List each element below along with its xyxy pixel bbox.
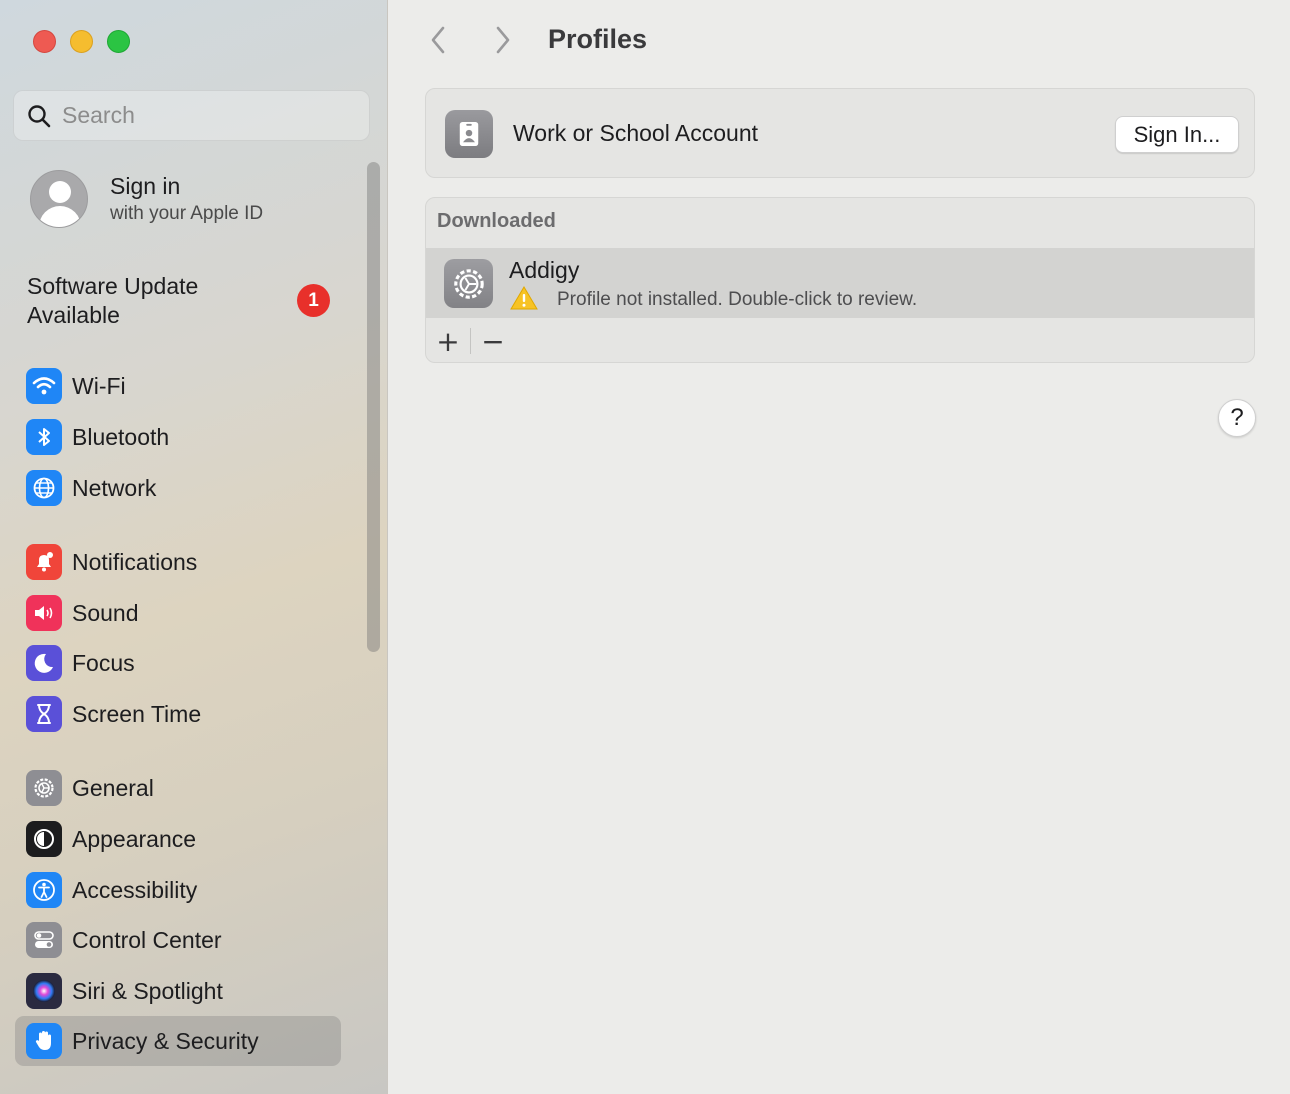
sign-in-button[interactable]: Sign In... — [1115, 116, 1239, 153]
profiles-toolbar: + − — [426, 319, 1254, 362]
gear-icon — [26, 770, 62, 806]
sidebar-item-general[interactable]: General — [15, 763, 341, 813]
gear-icon — [444, 259, 493, 308]
sidebar-item-privacy-security[interactable]: Privacy & Security — [15, 1016, 341, 1066]
sidebar-item-wifi[interactable]: Wi-Fi — [15, 361, 341, 411]
sidebar: Sign in with your Apple ID Software Upda… — [0, 0, 388, 1094]
toggles-icon — [26, 922, 62, 958]
sidebar-item-label: Privacy & Security — [72, 1027, 259, 1054]
sidebar-item-label: Screen Time — [72, 700, 202, 727]
moon-icon — [26, 645, 62, 681]
close-window-button[interactable] — [33, 30, 56, 53]
sidebar-item-screen-time[interactable]: Screen Time — [15, 689, 341, 739]
bluetooth-icon — [26, 419, 62, 455]
sidebar-item-label: Appearance — [72, 825, 197, 852]
sidebar-item-label: Sound — [72, 599, 139, 626]
sidebar-item-appearance[interactable]: Appearance — [15, 814, 341, 864]
back-button[interactable] — [420, 22, 456, 58]
forward-button[interactable] — [485, 22, 521, 58]
search-icon — [28, 104, 51, 127]
sidebar-item-label: Control Center — [72, 926, 222, 953]
wifi-icon — [26, 368, 62, 404]
main-content: Profiles Work or School Account Sign In.… — [389, 0, 1290, 1094]
sidebar-item-control-center[interactable]: Control Center — [15, 915, 341, 965]
sidebar-item-label: Siri & Spotlight — [72, 977, 223, 1004]
sidebar-item-label: Network — [72, 474, 157, 501]
sidebar-item-network[interactable]: Network — [15, 463, 341, 513]
warning-icon — [510, 286, 538, 310]
avatar-icon — [30, 170, 88, 228]
sidebar-item-siri-spotlight[interactable]: Siri & Spotlight — [15, 966, 341, 1016]
sidebar-item-notifications[interactable]: Notifications — [15, 537, 341, 587]
signin-subtitle: with your Apple ID — [110, 203, 264, 224]
sidebar-scrollbar[interactable] — [367, 162, 380, 652]
chevron-left-icon — [431, 26, 445, 54]
help-button[interactable]: ? — [1218, 399, 1256, 437]
window-controls — [33, 30, 130, 53]
sidebar-item-accessibility[interactable]: Accessibility — [15, 865, 341, 915]
downloaded-profiles-card: Downloaded Addigy Profile not installed.… — [425, 197, 1255, 363]
add-profile-button[interactable]: + — [426, 319, 470, 362]
profile-status: Profile not installed. Double-click to r… — [557, 289, 918, 310]
sidebar-item-bluetooth[interactable]: Bluetooth — [15, 412, 341, 462]
sidebar-item-label: Bluetooth — [72, 423, 170, 450]
sidebar-item-label: Notifications — [72, 548, 198, 575]
profile-row-addigy[interactable]: Addigy Profile not installed. Double-cli… — [426, 248, 1254, 318]
sidebar-item-label: General — [72, 774, 154, 801]
sidebar-item-label: Focus — [72, 649, 135, 676]
work-school-account-label: Work or School Account — [513, 120, 759, 146]
software-update-label: Software Update Available — [27, 273, 199, 328]
work-school-account-card: Work or School Account Sign In... — [425, 88, 1255, 178]
sidebar-item-label: Accessibility — [72, 876, 198, 903]
sidebar-item-focus[interactable]: Focus — [15, 638, 341, 688]
sidebar-item-label: Wi-Fi — [72, 372, 126, 399]
chevron-right-icon — [496, 26, 510, 54]
software-update-item[interactable]: Software Update Available 1 — [27, 272, 337, 330]
search-input[interactable] — [62, 102, 342, 129]
section-header-downloaded: Downloaded — [437, 210, 556, 232]
profile-name: Addigy — [509, 257, 580, 283]
search-field[interactable] — [13, 90, 370, 141]
accessibility-icon — [26, 872, 62, 908]
appearance-icon — [26, 821, 62, 857]
speaker-icon — [26, 595, 62, 631]
hand-icon — [26, 1023, 62, 1059]
badge-id-icon — [445, 110, 493, 158]
page-title: Profiles — [548, 24, 648, 54]
hourglass-icon — [26, 696, 62, 732]
globe-icon — [26, 470, 62, 506]
zoom-window-button[interactable] — [107, 30, 130, 53]
update-count-badge: 1 — [297, 284, 330, 317]
minimize-window-button[interactable] — [70, 30, 93, 53]
remove-profile-button[interactable]: − — [471, 319, 515, 362]
apple-id-signin[interactable]: Sign in with your Apple ID — [30, 170, 263, 228]
siri-icon — [26, 973, 62, 1009]
sidebar-item-sound[interactable]: Sound — [15, 588, 341, 638]
signin-title: Sign in — [110, 173, 181, 199]
bell-icon — [26, 544, 62, 580]
